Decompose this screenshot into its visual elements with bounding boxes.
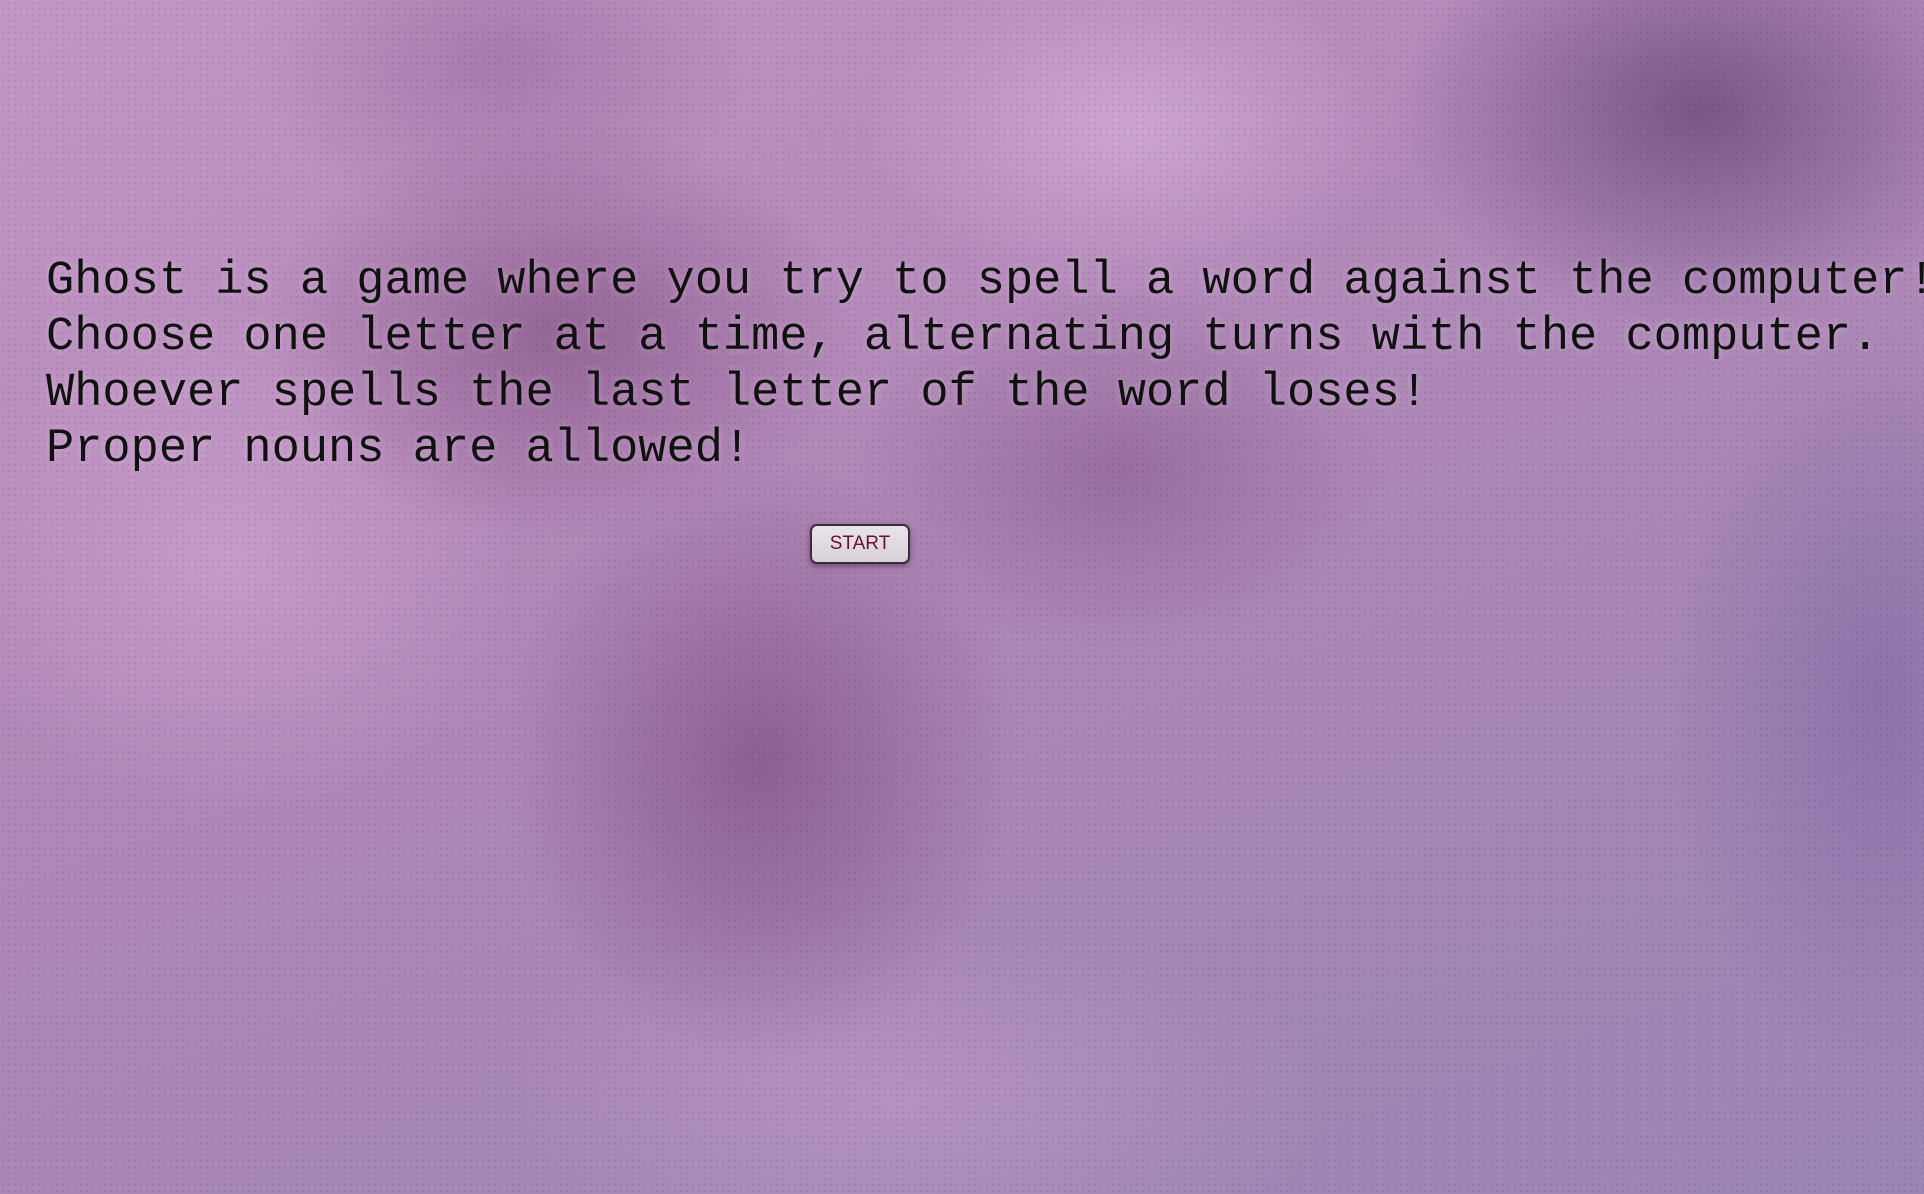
instruction-line: Proper nouns are allowed!: [46, 423, 752, 476]
instruction-line: Whoever spells the last letter of the wo…: [46, 367, 1429, 420]
cloudy-background: [0, 0, 1924, 1194]
instruction-line: Ghost is a game where you try to spell a…: [46, 255, 1924, 308]
start-button[interactable]: START: [810, 524, 910, 564]
game-instructions: Ghost is a game where you try to spell a…: [46, 254, 1924, 478]
instruction-line: Choose one letter at a time, alternating…: [46, 311, 1880, 364]
